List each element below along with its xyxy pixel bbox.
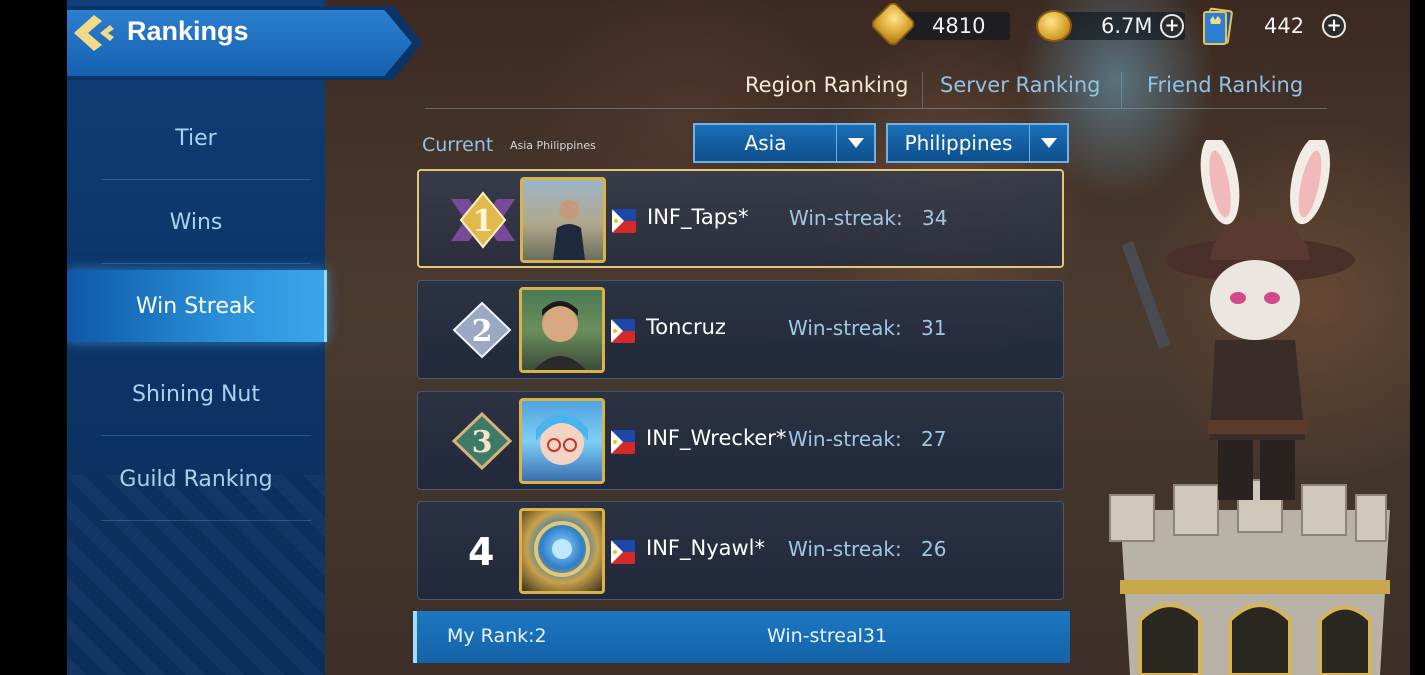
my-rank-win-streak: Win-streal31	[767, 625, 888, 647]
sidebar-item-label: Tier	[175, 125, 217, 151]
sidebar-item-label: Win Streak	[135, 293, 256, 319]
player-name: INF_Taps*	[647, 205, 749, 229]
dropdown-toggle[interactable]	[836, 125, 874, 161]
bunny-gunslinger-character-icon	[1109, 140, 1390, 675]
sidebar-item-wins[interactable]: Wins	[67, 180, 325, 264]
sidebar-item-shining-nut[interactable]: Shining Nut	[67, 352, 325, 436]
tab-region-ranking[interactable]: Region Ranking	[745, 73, 909, 97]
win-streak-label: Win-streak:	[788, 537, 902, 561]
region-dropdown-value: Asia	[744, 131, 787, 155]
avatar[interactable]	[520, 177, 606, 263]
player-photo-icon	[534, 301, 586, 370]
win-streak-label: Win-streak:	[788, 316, 902, 340]
divider	[922, 72, 923, 108]
current-label: Current	[422, 134, 494, 156]
tab-server-ranking[interactable]: Server Ranking	[940, 73, 1100, 97]
sidebar-item-guild-ranking[interactable]: Guild Ranking	[67, 437, 325, 521]
ranking-row[interactable]: 1 INF_Taps* Win-streak: 34	[417, 169, 1064, 268]
sidebar-item-tier[interactable]: Tier	[67, 96, 325, 180]
country-dropdown-value: Philippines	[904, 131, 1013, 155]
hero-portrait-icon	[536, 413, 588, 465]
rank-number: 2	[472, 314, 493, 349]
gold-coin-icon	[1036, 10, 1072, 42]
win-streak-value: 31	[921, 316, 947, 340]
divider	[101, 520, 311, 521]
dropdown-toggle[interactable]	[1029, 125, 1067, 161]
region-dropdown[interactable]: Asia	[693, 123, 876, 163]
player-photo-icon	[553, 200, 585, 260]
currency-value: 442	[1264, 14, 1305, 38]
tab-friend-ranking[interactable]: Friend Ranking	[1147, 73, 1303, 97]
avatar[interactable]	[519, 398, 605, 484]
player-name: Toncruz	[646, 315, 726, 339]
current-value: Asia Philippines	[510, 139, 596, 152]
silver-rank-badge-icon: 2	[452, 301, 512, 359]
currency-value: 4810	[932, 14, 986, 38]
tabs-underline	[425, 108, 1327, 109]
divider	[1121, 72, 1122, 108]
frame-bar	[1410, 0, 1425, 675]
frame-bar	[0, 0, 67, 675]
avatar[interactable]	[519, 287, 605, 373]
win-streak-label: Win-streak:	[789, 206, 903, 230]
my-rank-label: My Rank:2	[447, 625, 547, 647]
country-dropdown[interactable]: Philippines	[886, 123, 1069, 163]
page-title: Rankings	[127, 16, 249, 46]
ranking-row[interactable]: 2 Toncruz Win-streak: 31	[417, 280, 1064, 379]
chevron-down-icon	[1040, 138, 1057, 148]
rank-number: 3	[472, 425, 493, 460]
ranking-row[interactable]: 4 INF_Nyawl* Win-streak: 26	[417, 501, 1064, 600]
sidebar-item-label: Shining Nut	[131, 381, 260, 407]
win-streak-value: 34	[922, 206, 948, 230]
philippines-flag-icon	[611, 319, 635, 343]
philippines-flag-icon	[612, 209, 636, 233]
sidebar-item-win-streak[interactable]: Win Streak	[67, 270, 327, 342]
win-streak-label: Win-streak:	[788, 427, 902, 451]
sidebar: Tier Wins Win Streak Shining Nut Guild R…	[67, 0, 327, 675]
add-ticket-button[interactable]: +	[1322, 14, 1346, 38]
win-streak-value: 26	[921, 537, 947, 561]
ranking-row[interactable]: 3 INF_Wrecker* Win-streak: 27	[417, 391, 1064, 490]
divider	[101, 435, 311, 436]
mech-portrait-icon	[534, 521, 590, 577]
bronze-rank-badge-icon: 3	[451, 412, 513, 470]
gold-rank-badge-icon: 1	[451, 191, 515, 249]
back-arrow-icon[interactable]	[70, 13, 118, 53]
divider	[101, 263, 311, 264]
sidebar-item-label: Wins	[169, 209, 223, 235]
player-name: INF_Wrecker*	[646, 426, 787, 450]
ticket-card-icon	[1203, 7, 1233, 45]
currency-value: 6.7M	[1101, 14, 1153, 38]
sidebar-item-label: Guild Ranking	[119, 466, 273, 492]
chevron-down-icon	[847, 138, 864, 148]
win-streak-value: 27	[921, 427, 947, 451]
avatar[interactable]	[519, 508, 605, 594]
rank-number: 4	[468, 530, 495, 574]
philippines-flag-icon	[611, 430, 635, 454]
add-gold-button[interactable]: +	[1160, 14, 1184, 38]
my-rank-bar: My Rank:2 Win-streal31	[413, 611, 1070, 663]
rank-number: 1	[473, 204, 494, 239]
philippines-flag-icon	[611, 540, 635, 564]
player-name: INF_Nyawl*	[646, 536, 765, 560]
